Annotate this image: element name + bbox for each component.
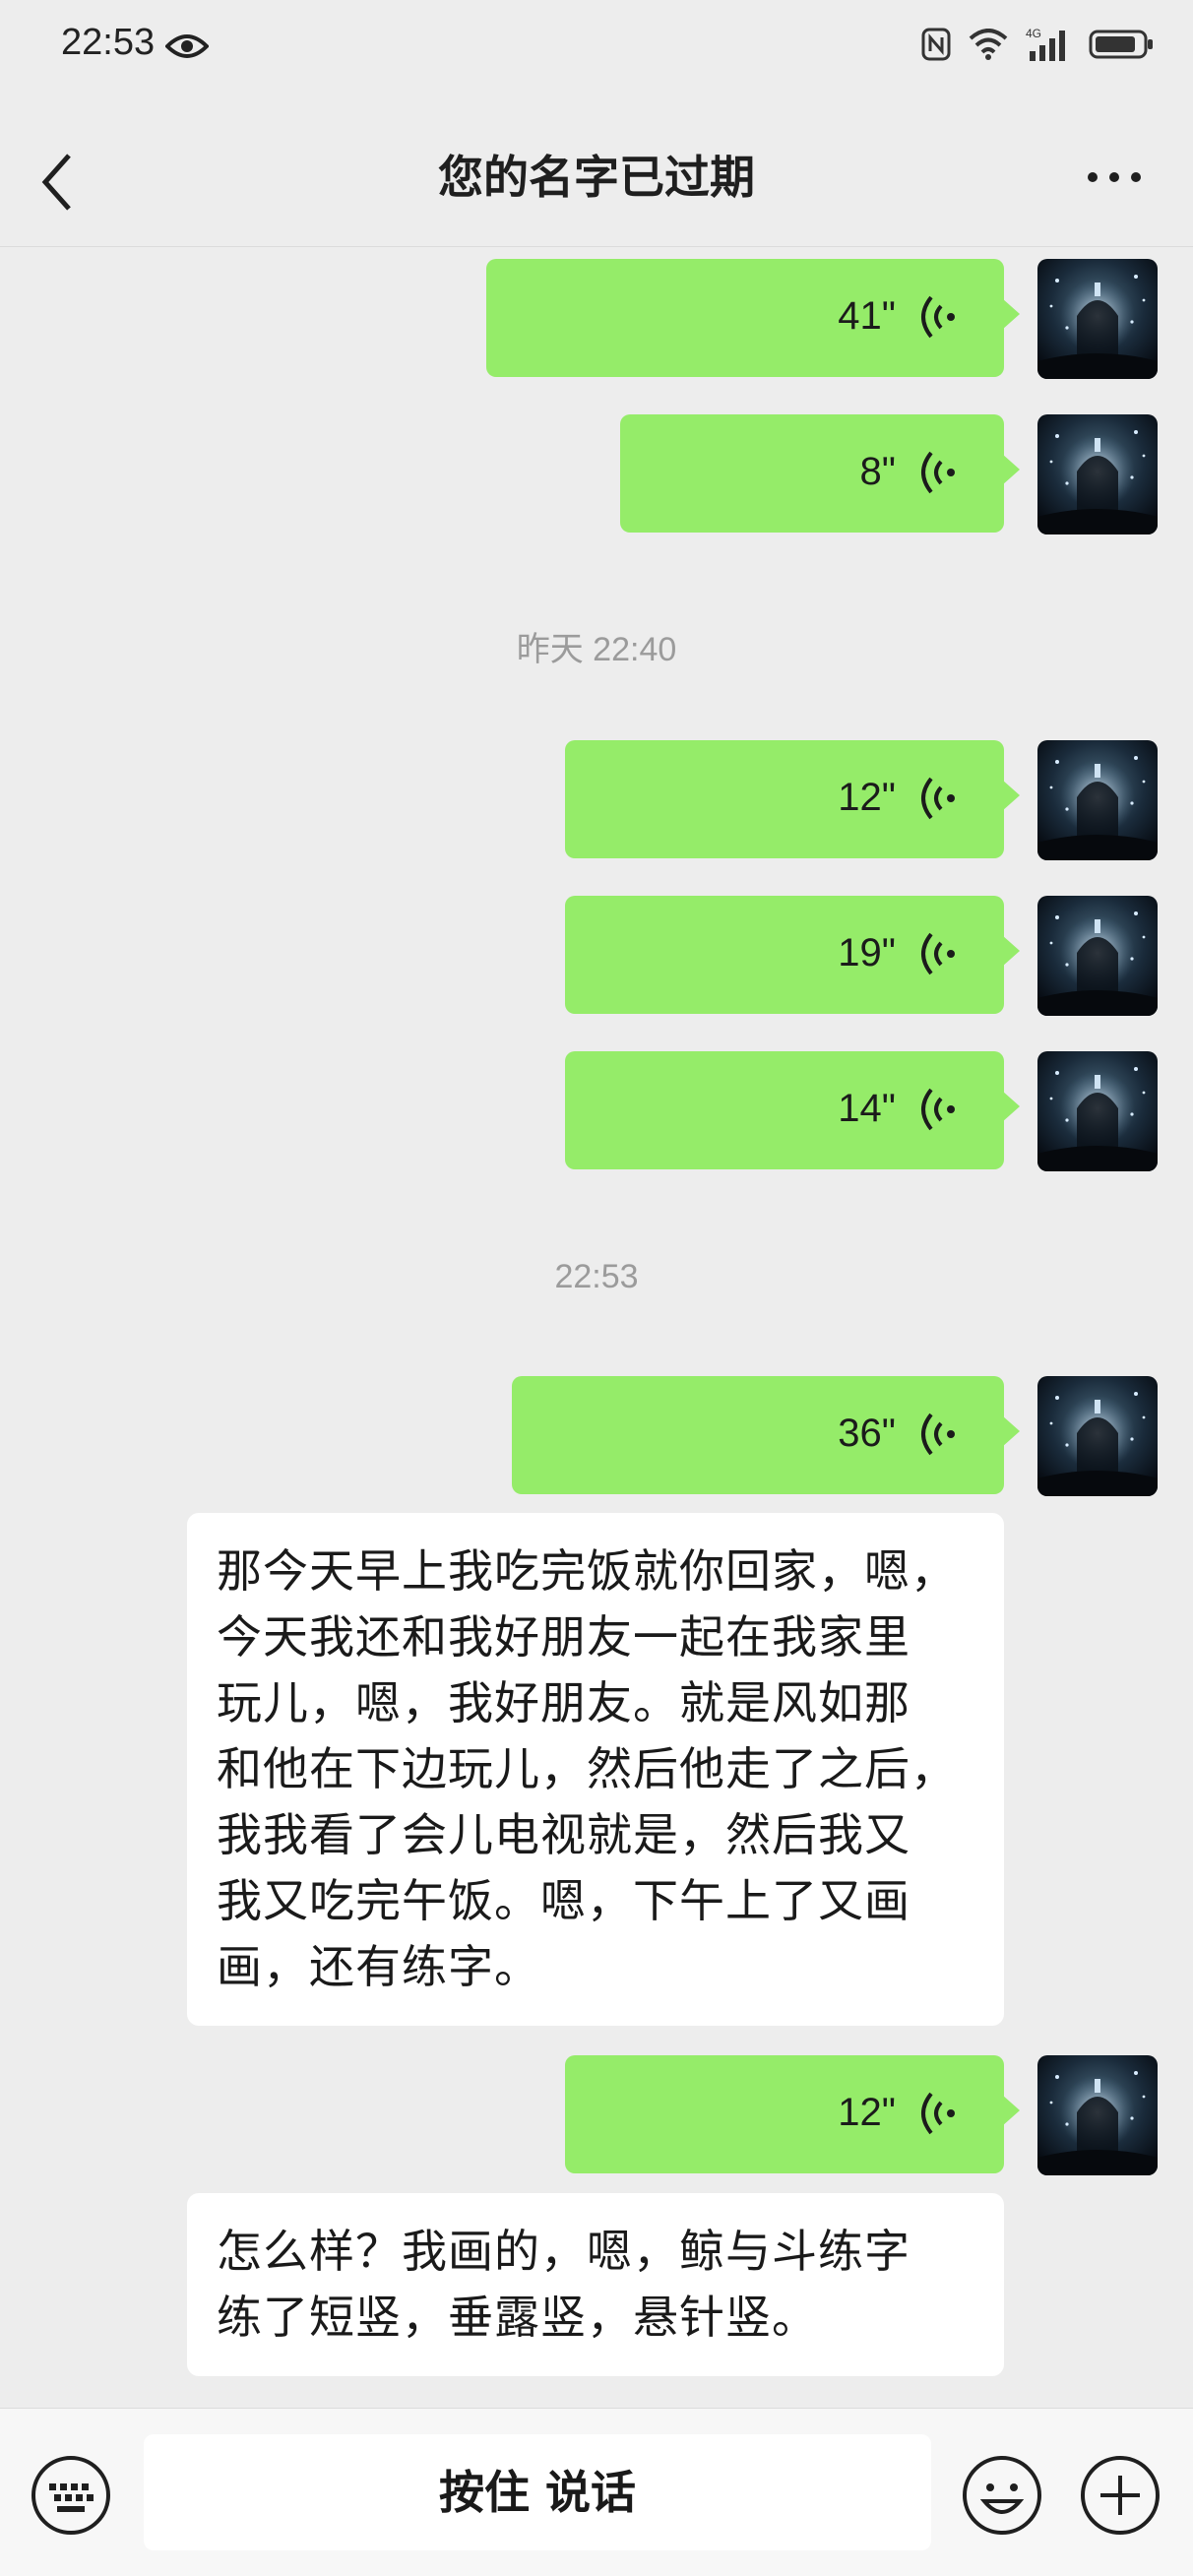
user-avatar[interactable] bbox=[1037, 1051, 1158, 1171]
voice-play-icon bbox=[921, 1413, 955, 1456]
voice-message[interactable]: 14" bbox=[565, 1051, 1020, 1169]
wifi-icon bbox=[969, 29, 1008, 60]
voice-duration: 12" bbox=[838, 776, 896, 819]
more-options-icon[interactable] bbox=[1085, 167, 1144, 187]
chat-title: 您的名字已过期 bbox=[438, 151, 755, 204]
network-type-label: 4G bbox=[1026, 27, 1041, 40]
eye-icon bbox=[165, 34, 209, 58]
battery-icon bbox=[1089, 30, 1153, 59]
voice-duration: 41" bbox=[838, 294, 896, 338]
message-timestamp: 昨天 22:40 bbox=[516, 631, 677, 668]
transcript-line: 那今天早上我吃完饭就你回家，嗯， bbox=[217, 1544, 957, 1598]
voice-play-icon bbox=[921, 1088, 955, 1131]
message-timestamp: 22:53 bbox=[554, 1258, 639, 1295]
voice-play-icon bbox=[921, 932, 955, 975]
status-time: 22:53 bbox=[61, 22, 156, 63]
voice-message[interactable]: 19" bbox=[565, 896, 1020, 1014]
voice-play-icon bbox=[921, 451, 955, 494]
voice-transcript[interactable]: 那今天早上我吃完饭就你回家，嗯， 今天我还和我好朋友一起在我家里 玩儿，嗯，我好… bbox=[187, 1513, 1004, 2026]
chat-header: 您的名字已过期 bbox=[0, 108, 1193, 247]
user-avatar[interactable] bbox=[1037, 896, 1158, 1016]
status-bar: 22:53 4G bbox=[0, 0, 1193, 98]
transcript-line: 玩儿，嗯，我好朋友。就是风如那 bbox=[217, 1676, 910, 1729]
voice-duration: 19" bbox=[838, 931, 896, 974]
voice-transcript[interactable]: 怎么样？我画的，嗯，鲸与斗练字 练了短竖，垂露竖，悬针竖。 bbox=[187, 2193, 1004, 2376]
transcript-line: 我又吃完午饭。嗯，下午上了又画 bbox=[217, 1874, 910, 1927]
voice-message[interactable]: 12" bbox=[565, 740, 1020, 858]
chat-messages[interactable]: 41" 8" 昨天 22:40 12" 19" 14" 22:53 36" 那今… bbox=[0, 248, 1193, 2408]
user-avatar[interactable] bbox=[1037, 259, 1158, 379]
transcript-line: 和他在下边玩儿，然后他走了之后， bbox=[217, 1742, 957, 1795]
emoji-icon[interactable] bbox=[961, 2454, 1043, 2537]
user-avatar[interactable] bbox=[1037, 2055, 1158, 2175]
user-avatar[interactable] bbox=[1037, 414, 1158, 534]
hold-to-talk-button[interactable]: 按住 说话 bbox=[144, 2434, 931, 2550]
voice-message[interactable]: 8" bbox=[620, 414, 1020, 533]
transcript-line: 练了短竖，垂露竖，悬针竖。 bbox=[217, 2291, 818, 2344]
voice-duration: 36" bbox=[838, 1412, 896, 1455]
voice-duration: 12" bbox=[838, 2091, 896, 2134]
input-bar: 按住 说话 bbox=[0, 2408, 1193, 2576]
signal-icon: 4G bbox=[1026, 27, 1065, 61]
user-avatar[interactable] bbox=[1037, 740, 1158, 860]
voice-duration: 14" bbox=[838, 1087, 896, 1130]
transcript-line: 今天我还和我好朋友一起在我家里 bbox=[217, 1610, 910, 1664]
voice-message[interactable]: 36" bbox=[512, 1376, 1020, 1494]
voice-play-icon bbox=[921, 777, 955, 820]
voice-duration: 8" bbox=[859, 450, 896, 493]
voice-message[interactable]: 12" bbox=[565, 2055, 1020, 2173]
transcript-line: 怎么样？我画的，嗯，鲸与斗练字 bbox=[217, 2225, 910, 2278]
voice-play-icon bbox=[921, 295, 955, 339]
transcript-line: 画，还有练字。 bbox=[217, 1940, 540, 1993]
keyboard-icon[interactable] bbox=[30, 2454, 112, 2537]
user-avatar[interactable] bbox=[1037, 1376, 1158, 1496]
plus-icon[interactable] bbox=[1079, 2454, 1162, 2537]
status-icons: 4G bbox=[921, 26, 1154, 63]
transcript-line: 我我看了会儿电视就是，然后我又 bbox=[217, 1808, 910, 1861]
nfc-icon bbox=[921, 28, 951, 61]
voice-message[interactable]: 41" bbox=[486, 259, 1020, 377]
voice-play-icon bbox=[921, 2092, 955, 2135]
